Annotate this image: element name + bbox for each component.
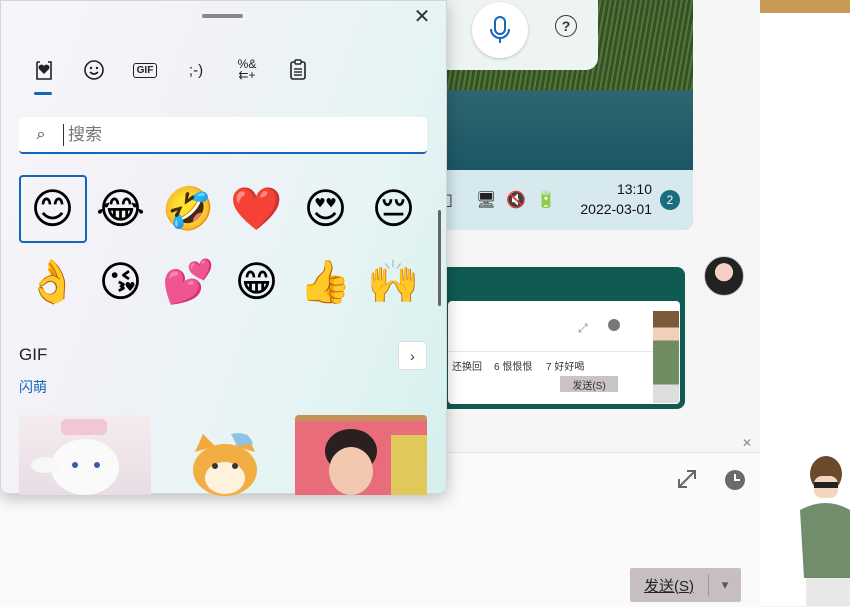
search-box[interactable]: ⌕ <box>19 117 427 154</box>
gif-thumbnail-3[interactable] <box>295 415 427 495</box>
emoji-heart-eyes[interactable]: 😍 <box>292 175 359 242</box>
clipboard-icon <box>290 59 306 80</box>
right-panel-image <box>760 0 850 13</box>
mini-item-2: 6 恨恨恨 <box>494 362 533 373</box>
expand-icon[interactable] <box>676 468 698 490</box>
expand-icon: ⤢ <box>578 321 588 335</box>
emoji-kiss[interactable]: 😘 <box>87 248 154 315</box>
microphone-button[interactable] <box>472 2 528 58</box>
emoji-heart[interactable]: ❤️ <box>223 175 290 242</box>
gif-provider-link[interactable]: 闪萌 <box>19 377 47 397</box>
cinnamoroll-image <box>31 419 119 495</box>
gif-thumbnail-1[interactable] <box>19 415 151 495</box>
send-button-label: 发送(S) <box>644 577 694 595</box>
avatar[interactable] <box>704 256 744 296</box>
history-clock-icon[interactable] <box>724 469 746 491</box>
send-button[interactable]: 发送(S) ▾ <box>630 568 741 602</box>
shiba-image <box>193 433 257 496</box>
emoji-grin[interactable]: 😁 <box>223 248 290 315</box>
heart-clipboard-icon <box>36 61 52 80</box>
emoji-thumbs-up[interactable]: 👍 <box>292 248 359 315</box>
smiley-icon <box>84 60 104 80</box>
search-icon: ⌕ <box>36 125 46 143</box>
collapse-icon[interactable]: ✕ <box>742 436 752 450</box>
tab-clipboard[interactable] <box>281 57 315 83</box>
emoji-two-hearts[interactable]: 💕 <box>155 248 222 315</box>
tab-symbols[interactable]: %& ⇇+ <box>230 57 264 83</box>
drag-handle[interactable] <box>202 14 243 18</box>
close-button[interactable]: ✕ <box>410 4 434 28</box>
microphone-icon <box>490 16 510 43</box>
emoji-raised-hands[interactable]: 🙌 <box>360 248 427 315</box>
active-tab-indicator <box>34 92 52 95</box>
tab-kaomoji[interactable]: ;-) <box>179 57 213 83</box>
emoji-smiling[interactable]: 😊 <box>19 175 86 242</box>
search-input[interactable] <box>66 123 410 146</box>
tab-gif[interactable]: GIF <box>128 57 162 83</box>
text-caret <box>63 123 64 146</box>
tray-date[interactable]: 2022-03-01 <box>572 201 652 217</box>
help-icon[interactable]: ? <box>555 15 577 37</box>
volume-muted-icon[interactable]: 🔇 <box>506 190 526 210</box>
gif-section-title: GIF <box>19 345 48 364</box>
tab-favorites[interactable] <box>27 57 61 83</box>
emoji-rofl[interactable]: 🤣 <box>155 175 222 242</box>
gif-icon: GIF <box>132 62 158 78</box>
mini-send-button: 发送(S) <box>560 376 618 392</box>
gif-thumbnail-2[interactable] <box>187 432 263 496</box>
tab-emoji[interactable] <box>77 57 111 83</box>
symbols-icon: %& ⇇+ <box>237 57 257 82</box>
character-illustration <box>800 456 850 606</box>
notification-badge[interactable]: 2 <box>660 190 680 210</box>
emoji-pensive[interactable]: 😔 <box>360 175 427 242</box>
battery-icon[interactable]: 🔋 <box>536 190 556 210</box>
emoji-joy[interactable]: 😂 <box>87 175 154 242</box>
gif-more-button[interactable]: › <box>398 341 427 370</box>
clock-icon <box>608 319 620 331</box>
character-thumbnail <box>653 311 679 403</box>
scrollbar[interactable] <box>438 210 441 306</box>
network-icon[interactable]: 🖥 <box>476 190 496 210</box>
person-photo-image <box>295 415 427 495</box>
tray-time[interactable]: 13:10 <box>610 181 652 197</box>
chevron-down-icon[interactable]: ▾ <box>709 577 741 593</box>
divider <box>448 351 680 352</box>
emoji-ok-hand[interactable]: 👌 <box>19 248 86 315</box>
mini-item-1: 还换回 <box>452 362 482 373</box>
mini-item-3: 7 好好喝 <box>546 362 585 373</box>
